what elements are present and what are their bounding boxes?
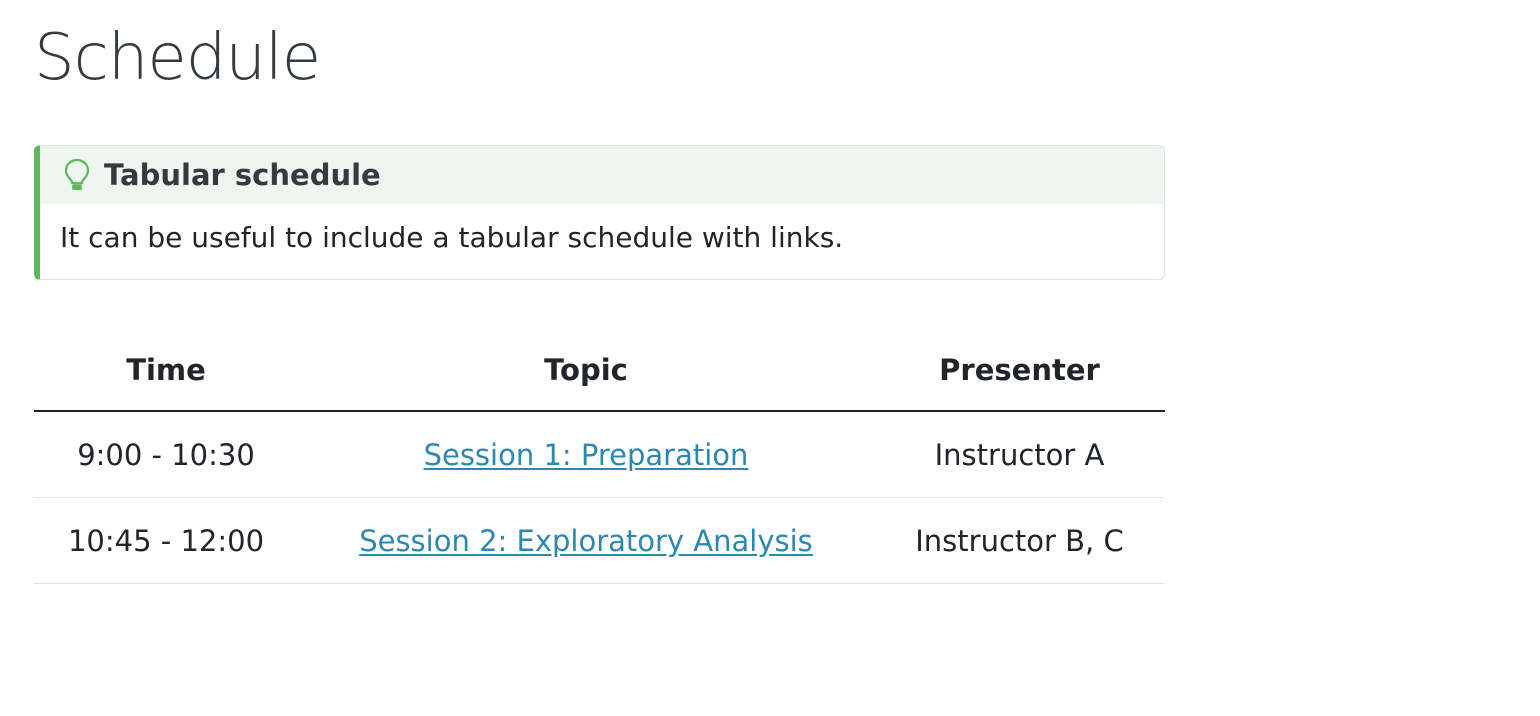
cell-presenter: Instructor A (874, 411, 1165, 498)
tip-callout: Tabular schedule It can be useful to inc… (34, 145, 1165, 280)
header-presenter: Presenter (874, 330, 1165, 412)
schedule-table: Time Topic Presenter 9:00 - 10:30 Sessio… (34, 330, 1165, 584)
table-row: 10:45 - 12:00 Session 2: Exploratory Ana… (34, 497, 1165, 584)
cell-presenter: Instructor B, C (874, 497, 1165, 584)
cell-topic: Session 1: Preparation (298, 411, 874, 498)
lightbulb-icon (62, 157, 92, 193)
callout-title: Tabular schedule (104, 158, 381, 192)
header-time: Time (34, 330, 298, 412)
header-topic: Topic (298, 330, 874, 412)
table-header-row: Time Topic Presenter (34, 330, 1165, 412)
callout-header: Tabular schedule (40, 146, 1164, 204)
table-row: 9:00 - 10:30 Session 1: Preparation Inst… (34, 411, 1165, 498)
session-1-link[interactable]: Session 1: Preparation (424, 438, 749, 472)
cell-time: 9:00 - 10:30 (34, 411, 298, 498)
page-title: Schedule (34, 21, 321, 95)
cell-time: 10:45 - 12:00 (34, 497, 298, 584)
session-2-link[interactable]: Session 2: Exploratory Analysis (359, 524, 813, 558)
page-content: Schedule Tabular schedule It can be usef… (34, 0, 1165, 584)
cell-topic: Session 2: Exploratory Analysis (298, 497, 874, 584)
callout-body: It can be useful to include a tabular sc… (60, 221, 844, 254)
